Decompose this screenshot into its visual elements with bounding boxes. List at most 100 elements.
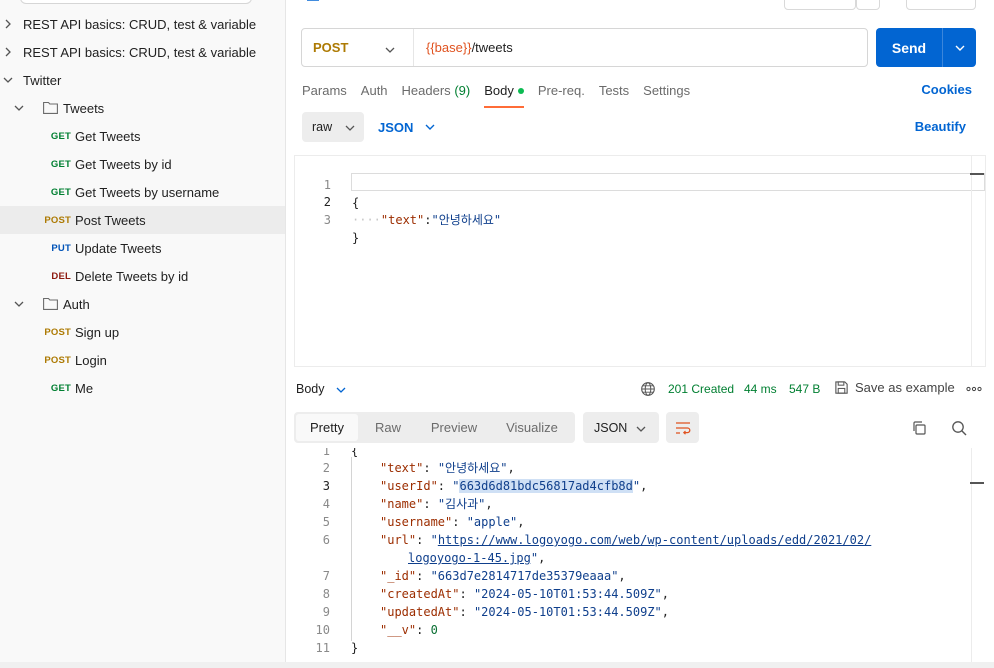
body-format-select[interactable]: JSON — [378, 112, 435, 142]
tab-raw[interactable]: Raw — [358, 414, 418, 441]
save-as-example-button[interactable]: Save as example — [834, 380, 955, 395]
editor-scrollbar-track[interactable] — [971, 156, 972, 367]
code-text: "__v": 0 — [380, 623, 438, 637]
folder-auth[interactable]: Auth — [0, 290, 285, 318]
tab-preview[interactable]: Preview — [418, 414, 490, 441]
tab-headers[interactable]: Headers (9) — [402, 82, 471, 108]
url-link[interactable]: https://www.logoyogo.com/web/wp-content/… — [438, 533, 871, 547]
method-badge: GET — [50, 383, 71, 394]
tab-headers-label: Headers — [401, 83, 451, 98]
chevron-down-icon[interactable] — [14, 103, 24, 113]
tab-tests[interactable]: Tests — [599, 82, 629, 108]
json-value: "김사과" — [437, 497, 486, 511]
method-badge: GET — [50, 131, 71, 142]
chevron-down-icon[interactable] — [3, 75, 13, 85]
request-login[interactable]: POST Login — [0, 346, 285, 374]
url-bar: POST {{base}}/tweets — [301, 28, 868, 67]
search-icon[interactable] — [951, 420, 967, 436]
response-body-viewer[interactable]: 1{ 2 "text": "안녕하세요", 3 "userId": "663d6d8… — [294, 448, 986, 660]
tab-body[interactable]: Body — [484, 82, 524, 108]
request-get-tweets-by-username[interactable]: GET Get Tweets by username — [0, 178, 285, 206]
json-key: "text" — [380, 461, 424, 475]
body-mode-select[interactable]: raw — [302, 112, 364, 142]
response-size[interactable]: 547 B — [789, 382, 820, 396]
method-select[interactable]: POST — [302, 29, 414, 66]
response-scrollbar-track[interactable] — [971, 448, 972, 662]
request-delete-tweets-by-id[interactable]: DEL Delete Tweets by id — [0, 262, 285, 290]
request-me[interactable]: GET Me — [0, 374, 285, 402]
url-link-continued[interactable]: logoyogo-1-45.jpg — [408, 551, 531, 565]
line-number: 3 — [323, 213, 331, 227]
headers-count: (9) — [454, 83, 471, 98]
request-get-tweets[interactable]: GET Get Tweets — [0, 122, 285, 150]
tab-settings[interactable]: Settings — [643, 82, 690, 108]
sidebar-search-stub[interactable] — [20, 0, 252, 4]
line-number: 7 — [322, 569, 330, 583]
tab-params[interactable]: Params — [302, 82, 347, 108]
copy-icon[interactable] — [911, 420, 927, 436]
json-key: "userId" — [380, 479, 438, 493]
chevron-down-icon — [425, 120, 435, 135]
chevron-down-icon[interactable] — [14, 299, 24, 309]
response-body-select[interactable]: Body — [296, 382, 346, 396]
collection-rest-api-basics-2[interactable]: REST API basics: CRUD, test & variable — [0, 38, 285, 66]
line-number: 9 — [322, 605, 330, 619]
save-dropdown-stub[interactable] — [856, 0, 880, 10]
tab-visualize[interactable]: Visualize — [490, 414, 574, 441]
chevron-down-icon[interactable] — [943, 43, 976, 53]
tab-prereq[interactable]: Pre-req. — [538, 82, 585, 108]
beautify-link[interactable]: Beautify — [915, 119, 966, 134]
chevron-down-icon — [385, 43, 395, 58]
request-update-tweets[interactable]: PUT Update Tweets — [0, 234, 285, 262]
json-value-selected: 663d6d81bdc56817ad4cfb8d — [459, 479, 633, 493]
cookies-link[interactable]: Cookies — [921, 82, 972, 97]
response-body-label: Body — [296, 382, 325, 396]
url-input[interactable]: {{base}}/tweets — [414, 40, 513, 55]
share-button-stub[interactable] — [906, 0, 976, 10]
indent-guide — [351, 457, 352, 641]
code-text: "createdAt": "2024-05-10T01:53:44.509Z", — [380, 587, 670, 601]
code-text: ····"text":"안녕하세요" — [352, 213, 502, 227]
request-sign-up[interactable]: POST Sign up — [0, 318, 285, 346]
response-time[interactable]: 44 ms — [744, 382, 777, 396]
json-value: "안녕하세요" — [437, 461, 508, 475]
tab-pretty[interactable]: Pretty — [296, 414, 358, 441]
response-scroll-marker — [970, 482, 984, 484]
collection-twitter[interactable]: Twitter — [0, 66, 285, 94]
more-options-icon[interactable] — [966, 380, 982, 395]
active-line-highlight — [351, 173, 985, 191]
json-value: "apple" — [466, 515, 518, 529]
collection-rest-api-basics-1[interactable]: REST API basics: CRUD, test & variable — [0, 10, 285, 38]
folder-label: Tweets — [63, 101, 105, 116]
save-button-stub[interactable] — [784, 0, 856, 10]
line-number: 2 — [322, 461, 330, 475]
folder-tweets[interactable]: Tweets — [0, 94, 285, 122]
line-number: 4 — [322, 497, 330, 511]
json-key: "_id" — [380, 569, 417, 583]
request-body-editor[interactable]: 1 { 2 ····"text":"안녕하세요" 3 } — [294, 155, 986, 367]
globe-icon[interactable] — [640, 381, 656, 397]
chevron-right-icon[interactable] — [3, 47, 13, 57]
response-format-select[interactable]: JSON — [583, 412, 659, 443]
chevron-down-icon — [336, 384, 346, 398]
send-button[interactable]: Send — [876, 28, 976, 67]
tab-auth[interactable]: Auth — [361, 82, 388, 108]
request-label: Me — [75, 381, 94, 396]
line-number: 11 — [315, 641, 330, 655]
request-get-tweets-by-id[interactable]: GET Get Tweets by id — [0, 150, 285, 178]
status-code[interactable]: 201 Created — [668, 382, 734, 396]
request-post-tweets[interactable]: POST Post Tweets — [0, 206, 285, 234]
response-view-tabs: Pretty Raw Preview Visualize — [294, 412, 575, 443]
chevron-right-icon[interactable] — [3, 19, 13, 29]
back-arrow-icon[interactable] — [306, 0, 320, 10]
method-badge: POST — [44, 327, 71, 338]
code-text: "username": "apple", — [380, 515, 525, 529]
horizontal-scrollbar[interactable] — [0, 662, 994, 668]
folder-icon — [43, 101, 58, 114]
json-key: "url" — [380, 533, 417, 547]
json-colon: : — [424, 213, 432, 227]
wrap-lines-button[interactable] — [666, 412, 699, 443]
request-label: Delete Tweets by id — [75, 269, 189, 284]
request-label: Login — [75, 353, 107, 368]
folder-icon — [43, 297, 58, 310]
